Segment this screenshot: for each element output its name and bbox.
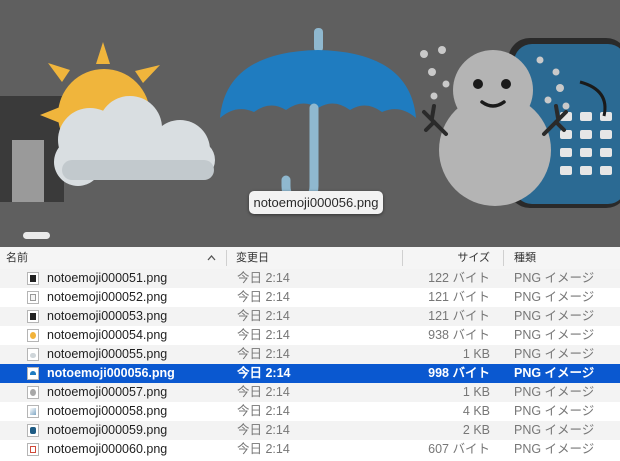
file-name: notoemoji000051.png	[47, 271, 168, 285]
file-kind: PNG イメージ	[514, 290, 595, 304]
file-kind: PNG イメージ	[514, 309, 595, 323]
file-size: 938 バイト	[428, 328, 490, 342]
column-divider[interactable]	[226, 250, 227, 266]
file-date: 今日 2:14	[237, 309, 290, 323]
file-kind: PNG イメージ	[514, 271, 595, 285]
file-row[interactable]: notoemoji000059.png 今日 2:14 2 KB PNG イメー…	[0, 421, 620, 440]
sun-behind-cloud-thumbnail	[40, 42, 215, 186]
file-size: 998 バイト	[428, 366, 490, 380]
file-size: 607 バイト	[428, 442, 490, 456]
file-size: 4 KB	[462, 404, 490, 418]
cover-flow-preview: notoemoji000056.png	[0, 0, 620, 247]
cloud-icon	[27, 348, 39, 361]
file-row[interactable]: notoemoji000058.png 今日 2:14 4 KB PNG イメー…	[0, 402, 620, 421]
file-date: 今日 2:14	[237, 347, 290, 361]
column-divider[interactable]	[503, 250, 504, 266]
file-row[interactable]: notoemoji000052.png 今日 2:14 121 バイト PNG …	[0, 288, 620, 307]
sort-ascending-icon[interactable]	[207, 247, 216, 269]
file-icon-swatch	[30, 275, 36, 282]
file-kind: PNG イメージ	[514, 423, 595, 437]
file-row[interactable]: notoemoji000054.png 今日 2:14 938 バイト PNG …	[0, 326, 620, 345]
file-kind: PNG イメージ	[514, 328, 595, 342]
black-square-icon	[27, 310, 39, 323]
column-header-date[interactable]: 変更日	[236, 247, 269, 269]
file-kind: PNG イメージ	[514, 404, 595, 418]
snowman-icon	[27, 386, 39, 399]
file-row[interactable]: notoemoji000060.png 今日 2:14 607 バイト PNG …	[0, 440, 620, 459]
column-header-kind-label: 種類	[514, 252, 536, 264]
file-date: 今日 2:14	[237, 271, 290, 285]
sun-icon	[27, 329, 39, 342]
file-name: notoemoji000059.png	[47, 423, 168, 437]
file-name: notoemoji000055.png	[47, 347, 168, 361]
file-size: 121 バイト	[428, 290, 490, 304]
column-header-name-label: 名前	[6, 252, 28, 264]
file-row[interactable]: notoemoji000053.png 今日 2:14 121 バイト PNG …	[0, 307, 620, 326]
column-header-kind[interactable]: 種類	[514, 247, 536, 269]
file-name: notoemoji000060.png	[47, 442, 168, 456]
file-name: notoemoji000054.png	[47, 328, 168, 342]
file-size: 122 バイト	[428, 271, 490, 285]
file-row[interactable]: notoemoji000057.png 今日 2:14 1 KB PNG イメー…	[0, 383, 620, 402]
list-header: 名前 変更日 サイズ 種類	[0, 247, 620, 270]
file-date: 今日 2:14	[237, 442, 290, 456]
file-date: 今日 2:14	[237, 328, 290, 342]
file-size: 1 KB	[462, 347, 490, 361]
black-square-icon	[27, 272, 39, 285]
file-date: 今日 2:14	[237, 404, 290, 418]
file-kind: PNG イメージ	[514, 442, 595, 456]
file-name: notoemoji000053.png	[47, 309, 168, 323]
column-header-size-label: サイズ	[457, 252, 490, 264]
file-size: 1 KB	[462, 385, 490, 399]
file-name: notoemoji000058.png	[47, 404, 168, 418]
file-row-selected[interactable]: notoemoji000056.png 今日 2:14 998 バイト PNG …	[0, 364, 620, 383]
umbrella-icon	[27, 367, 39, 380]
file-row[interactable]: notoemoji000055.png 今日 2:14 1 KB PNG イメー…	[0, 345, 620, 364]
file-date: 今日 2:14	[237, 385, 290, 399]
file-row[interactable]: notoemoji000051.png 今日 2:14 122 バイト PNG …	[0, 269, 620, 288]
column-divider[interactable]	[402, 250, 403, 266]
file-name: notoemoji000052.png	[47, 290, 168, 304]
file-date: 今日 2:14	[237, 290, 290, 304]
file-size: 121 バイト	[428, 309, 490, 323]
file-name: notoemoji000056.png	[47, 366, 175, 380]
file-size: 2 KB	[462, 423, 490, 437]
file-list: notoemoji000051.png 今日 2:14 122 バイト PNG …	[0, 269, 620, 459]
comet-icon	[27, 405, 39, 418]
umbrella-thumbnail	[220, 28, 416, 205]
column-header-name[interactable]: 名前	[6, 247, 28, 269]
file-kind: PNG イメージ	[514, 385, 595, 399]
telephone-icon	[27, 424, 39, 437]
white-square-icon	[27, 291, 39, 304]
preview-caption: notoemoji000056.png	[249, 191, 383, 214]
column-header-date-label: 変更日	[236, 252, 269, 264]
file-kind: PNG イメージ	[514, 347, 595, 361]
file-name: notoemoji000057.png	[47, 385, 168, 399]
cover-flow-scrollbar-thumb[interactable]	[23, 232, 50, 239]
file-date: 今日 2:14	[237, 423, 290, 437]
ballot-box-check-icon	[27, 443, 39, 456]
column-header-size[interactable]: サイズ	[440, 247, 490, 269]
file-date: 今日 2:14	[237, 366, 291, 380]
file-kind: PNG イメージ	[514, 366, 595, 380]
